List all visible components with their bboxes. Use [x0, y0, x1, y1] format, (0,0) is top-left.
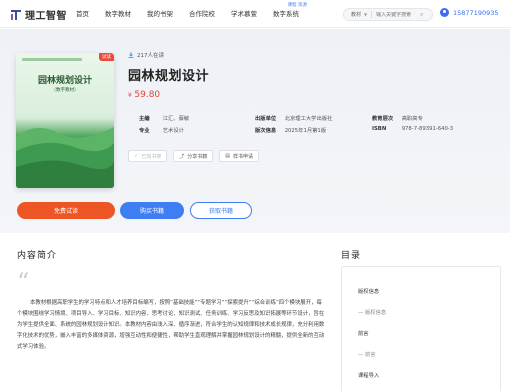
logo-text: 理工智智 — [25, 11, 67, 22]
chevron-down-icon: ▼ — [364, 12, 368, 17]
sample-request-label: 样书申请 — [232, 153, 253, 160]
meta-publisher-label: 出版单位 — [255, 116, 277, 122]
nav-academic-label: 学术慕萱 — [231, 10, 257, 18]
buy-book-label: 购买书籍 — [139, 208, 164, 215]
meta-editor-value: 江汇、蔡敏 — [162, 116, 190, 122]
nav-my-bookshelf[interactable]: 我的书架 — [147, 0, 173, 28]
nav-digital-system[interactable]: 数字系统 课程 资源 — [273, 0, 307, 28]
nav-badge: 课程 资源 — [287, 3, 307, 8]
get-book-label: 获取书籍 — [208, 208, 233, 215]
meta-edition-value: 2025年1月第1版 — [284, 128, 327, 134]
meta-major-value: 艺术设计 — [162, 128, 184, 134]
book-hero: 试读 园林规划设计 （数字教材） 217人在读 园林规划设计 ¥ 59.80 主… — [0, 29, 510, 233]
top-header: 理工智智 首页 数字教材 我的书架 合作院校 学术慕萱 数字系统 课程 资源 教材… — [0, 0, 510, 28]
toc-item[interactable]: 课程导入 — [358, 371, 379, 379]
logo-icon — [11, 10, 21, 20]
nav-home[interactable]: 首页 — [76, 0, 89, 28]
meta-isbn-label: ISBN — [372, 126, 387, 132]
cover-illustration — [16, 127, 114, 188]
avatar-icon — [440, 8, 449, 17]
share-icon: ⤴ — [179, 153, 185, 160]
nav-academic[interactable]: 学术慕萱 — [231, 0, 257, 28]
user-phone: 15877190935 — [453, 8, 499, 17]
meta-level-value: 高职高专 — [401, 116, 423, 122]
read-count-text: 217人在读 — [137, 53, 164, 59]
cover-trial-tag: 试读 — [99, 53, 114, 61]
nav-partner-schools[interactable]: 合作院校 — [189, 0, 215, 28]
added-to-shelf-button[interactable]: ✓ 已加书架 — [128, 150, 168, 162]
meta-isbn: ISBN 978-7-89391-640-3 — [372, 126, 453, 132]
nav-partner-schools-label: 合作院校 — [189, 10, 215, 18]
meta-major: 专业 艺术设计 — [139, 126, 184, 134]
check-icon: ✓ — [134, 153, 139, 159]
read-count: 217人在读 — [128, 51, 209, 59]
nav-home-label: 首页 — [76, 10, 89, 18]
added-to-shelf-label: 已加书架 — [141, 153, 162, 160]
nav-my-bookshelf-label: 我的书架 — [147, 10, 173, 18]
cover-title: 园林规划设计 — [37, 76, 92, 86]
user-menu[interactable]: 15877190935 — [440, 8, 499, 17]
book-title: 园林规划设计 — [128, 69, 210, 84]
intro-heading: 内容简介 — [17, 251, 58, 261]
meta-publisher-value: 北京理工大学出版社 — [284, 116, 333, 122]
share-book-label: 分享书籍 — [187, 153, 208, 160]
intro-text: 本教材根据高职学生的学习特点和人才培养目标编写，按照“基础技能”“专题学习”“探… — [17, 300, 325, 350]
price-symbol: ¥ — [128, 92, 132, 99]
book-icon: ▤ — [225, 153, 230, 159]
toc-item[interactable]: — 前言 — [358, 350, 376, 358]
reader-icon — [128, 52, 134, 58]
meta-publisher: 出版单位 北京理工大学出版社 — [255, 114, 332, 122]
search-bar: 教材 ▼ ⌕ — [343, 8, 433, 21]
meta-editor-label: 主编 — [139, 116, 150, 122]
meta-level: 教育层次 高职高专 — [372, 114, 423, 122]
nav-digital-system-label: 数字系统 — [273, 10, 299, 18]
toc-heading: 目录 — [341, 251, 362, 261]
meta-major-label: 专业 — [139, 128, 150, 134]
free-trial-label: 免费试读 — [53, 208, 78, 215]
book-actions: ✓ 已加书架 ⤴ 分享书籍 ▤ 样书申请 — [128, 150, 265, 162]
logo[interactable]: 理工智智 — [10, 7, 67, 22]
sample-request-button[interactable]: ▤ 样书申请 — [219, 150, 259, 162]
search-icon[interactable]: ⌕ — [420, 11, 423, 19]
price-value: 59.80 — [134, 90, 161, 100]
search-input[interactable] — [372, 11, 421, 18]
book-cover: 试读 园林规划设计 （数字教材） — [16, 53, 114, 188]
share-book-button[interactable]: ⤴ 分享书籍 — [173, 150, 214, 162]
book-info: 217人在读 园林规划设计 ¥ 59.80 — [128, 51, 209, 100]
toc-item[interactable]: — 版权信息 — [358, 308, 386, 316]
get-book-button[interactable]: 获取书籍 — [190, 202, 252, 219]
meta-edition-label: 版次信息 — [255, 128, 277, 134]
meta-editor: 主编 江汇、蔡敏 — [139, 114, 189, 122]
quote-icon: “ — [17, 268, 30, 296]
main-nav: 首页 数字教材 我的书架 合作院校 学术慕萱 数字系统 课程 资源 — [76, 0, 315, 28]
meta-isbn-value: 978-7-89391-640-3 — [401, 126, 454, 132]
cover-series-bar — [22, 58, 82, 61]
meta-level-label: 教育层次 — [372, 116, 394, 122]
book-price: ¥ 59.80 — [128, 90, 209, 100]
free-trial-button[interactable]: 免费试读 — [17, 202, 115, 219]
meta-edition: 版次信息 2025年1月第1版 — [255, 126, 326, 134]
toc-item[interactable]: 前言 — [358, 329, 369, 337]
nav-digital-textbooks[interactable]: 数字教材 — [105, 0, 131, 28]
nav-digital-textbooks-label: 数字教材 — [105, 10, 131, 18]
toc-panel: 版权信息 — 版权信息 前言 — 前言 课程导入 — [341, 266, 501, 391]
buy-book-button[interactable]: 购买书籍 — [120, 202, 184, 219]
cover-subtitle: （数字教材） — [51, 88, 79, 93]
toc-item[interactable]: 版权信息 — [358, 287, 379, 295]
